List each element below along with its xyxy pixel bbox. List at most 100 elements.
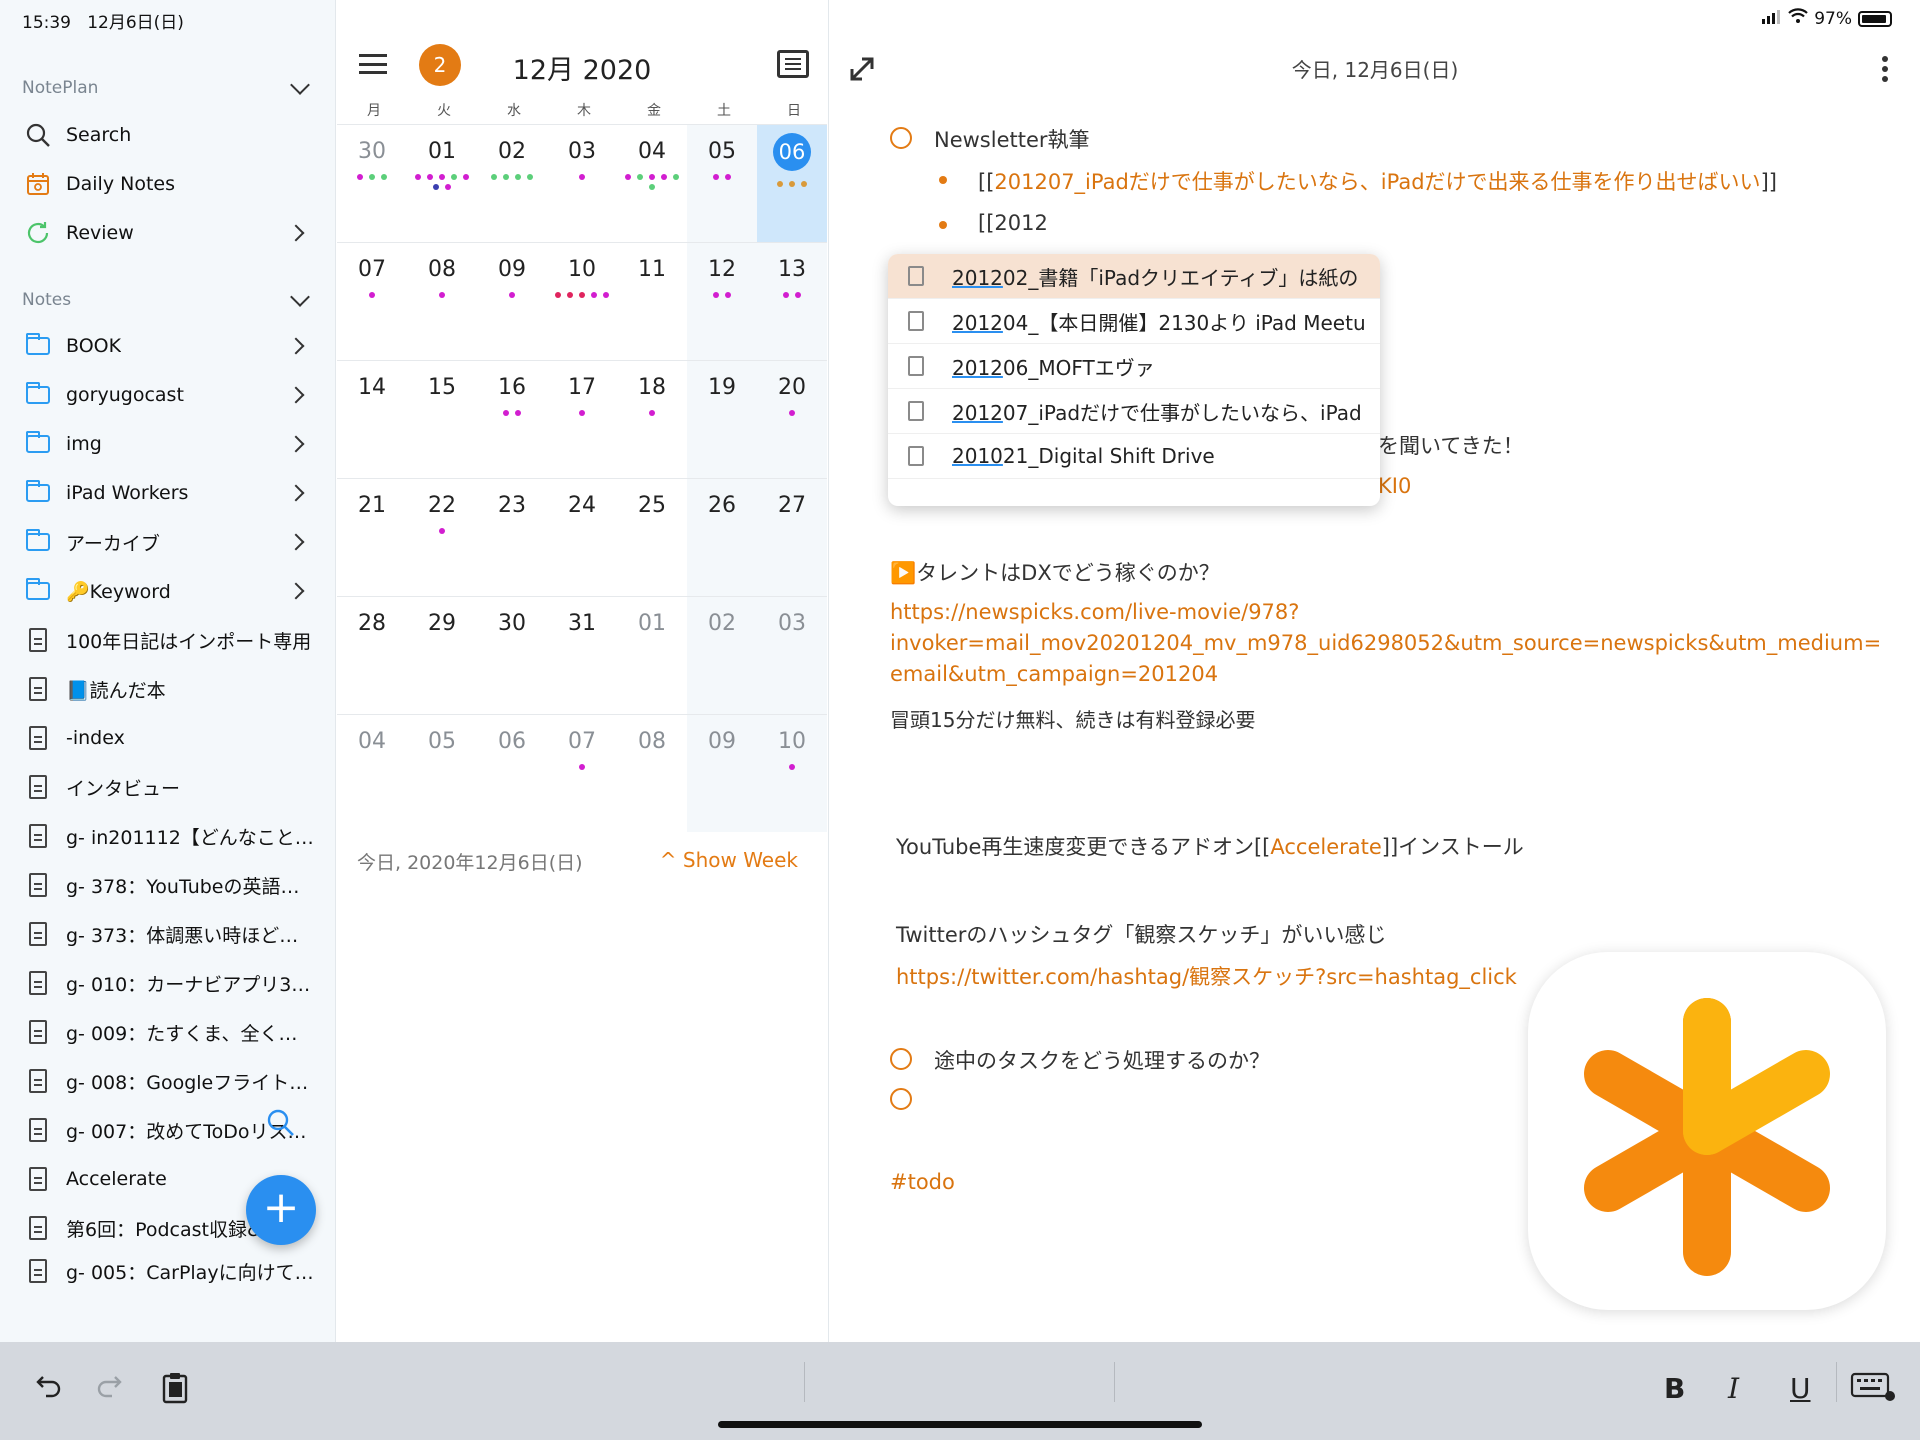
calendar-day[interactable]: 01 <box>617 596 687 714</box>
autocomplete-item[interactable]: 201204_【本日開催】2130より iPad Meetu <box>888 299 1380 344</box>
calendar-day[interactable]: 27 <box>757 478 827 596</box>
note-link[interactable]: 201207_iPadだけで仕事がしたいなら、iPadだけで出来る仕事を作り出せ… <box>994 170 1760 194</box>
note-item[interactable]: インタビュー <box>0 765 336 809</box>
calendar-day[interactable]: 08 <box>407 242 477 360</box>
url-link-line2[interactable]: invoker=mail_mov20201204_mv_m978_uid6298… <box>890 631 1881 655</box>
calendar-day[interactable]: 25 <box>617 478 687 596</box>
undo-icon[interactable] <box>32 1372 62 1410</box>
bold-button[interactable]: B <box>1664 1372 1685 1405</box>
calendar-day[interactable]: 01 <box>407 124 477 242</box>
note-item[interactable]: g- 378：YouTubeの英語… <box>0 863 336 907</box>
note-item[interactable]: g- 005：CarPlayに向けて… <box>0 1255 336 1287</box>
note-item[interactable]: -index <box>0 716 336 760</box>
menu-icon[interactable] <box>359 54 387 74</box>
note-item[interactable]: 100年日記はインポート専用 <box>0 618 336 662</box>
calendar-day[interactable]: 29 <box>407 596 477 714</box>
show-week-button[interactable]: ^ Show Week <box>660 848 798 872</box>
keyboard-dismiss-icon[interactable] <box>1850 1372 1896 1410</box>
folder-item[interactable]: img <box>0 422 336 466</box>
list-view-icon[interactable] <box>777 50 809 78</box>
chevron-down-icon[interactable] <box>290 75 310 95</box>
notification-badge[interactable]: 2 <box>419 44 461 86</box>
note-text[interactable]: 冒頭15分だけ無料、続きは有料登録必要 <box>890 704 1255 733</box>
calendar-day[interactable]: 07 <box>337 242 407 360</box>
calendar-day[interactable]: 30 <box>337 124 407 242</box>
editing-bullet-line[interactable]: [[2012 <box>978 211 1048 235</box>
calendar-day[interactable]: 18 <box>617 360 687 478</box>
task-checkbox[interactable] <box>890 127 912 149</box>
folder-item[interactable]: iPad Workers <box>0 471 336 515</box>
youtube-line[interactable]: YouTube再生速度変更できるアドオン[[Accelerate]]インストール <box>896 831 1524 861</box>
calendar-day[interactable]: 13 <box>757 242 827 360</box>
calendar-day[interactable]: 03 <box>757 596 827 714</box>
task-text[interactable]: Newsletter執筆 <box>934 124 1090 154</box>
calendar-day[interactable]: 09 <box>687 714 757 832</box>
folder-item[interactable]: 🔑Keyword <box>0 569 336 613</box>
note-item[interactable]: g- 008：Googleフライト… <box>0 1059 336 1103</box>
calendar-day[interactable]: 21 <box>337 478 407 596</box>
calendar-day[interactable]: 30 <box>477 596 547 714</box>
note-link[interactable]: Accelerate <box>1270 835 1381 859</box>
bullet-line[interactable]: [[201207_iPadだけで仕事がしたいなら、iPadだけで出来る仕事を作り… <box>978 166 1777 196</box>
calendar-day[interactable]: 28 <box>337 596 407 714</box>
sidebar-item-search[interactable]: Search <box>0 113 336 157</box>
folder-item[interactable]: goryugocast <box>0 373 336 417</box>
partial-text[interactable]: を聞いてきた！ <box>1378 430 1524 460</box>
add-note-button[interactable]: + <box>246 1175 316 1245</box>
calendar-day[interactable]: 15 <box>407 360 477 478</box>
twitter-line[interactable]: Twitterのハッシュタグ「観察スケッチ」がいい感じ <box>896 919 1386 949</box>
autocomplete-item[interactable]: 201207_iPadだけで仕事がしたいなら、iPad <box>888 389 1380 434</box>
calendar-day[interactable]: 04 <box>337 714 407 832</box>
calendar-day[interactable]: 03 <box>547 124 617 242</box>
hashtag[interactable]: #todo <box>890 1170 955 1194</box>
calendar-day-today[interactable]: 06 <box>757 124 827 242</box>
calendar-day[interactable]: 09 <box>477 242 547 360</box>
search-icon[interactable] <box>266 1108 296 1142</box>
url-link-line3[interactable]: email&utm_campaign=201204 <box>890 662 1218 686</box>
note-item[interactable]: g- 009：たすくま、全く使… <box>0 1010 336 1054</box>
task-checkbox[interactable] <box>890 1088 912 1110</box>
sidebar-item-review[interactable]: Review <box>0 211 336 255</box>
calendar-day[interactable]: 02 <box>477 124 547 242</box>
calendar-day[interactable]: 05 <box>407 714 477 832</box>
task-checkbox[interactable] <box>890 1048 912 1070</box>
chevron-down-icon[interactable] <box>290 287 310 307</box>
calendar-day[interactable]: 23 <box>477 478 547 596</box>
folder-item[interactable]: BOOK <box>0 324 336 368</box>
more-options-icon[interactable] <box>1882 56 1888 82</box>
paste-icon[interactable] <box>160 1372 190 1412</box>
calendar-day[interactable]: 05 <box>687 124 757 242</box>
calendar-day[interactable]: 11 <box>617 242 687 360</box>
calendar-day[interactable]: 02 <box>687 596 757 714</box>
calendar-day[interactable]: 10 <box>757 714 827 832</box>
note-item[interactable]: g- 010：カーナビアプリ3… <box>0 961 336 1005</box>
sidebar-item-daily-notes[interactable]: Daily Notes <box>0 162 336 206</box>
note-item[interactable]: g- in201112【どんなこと… <box>0 814 336 858</box>
calendar-day[interactable]: 26 <box>687 478 757 596</box>
calendar-day[interactable]: 22 <box>407 478 477 596</box>
redo-icon[interactable] <box>96 1372 126 1410</box>
calendar-day[interactable]: 24 <box>547 478 617 596</box>
italic-button[interactable]: I <box>1728 1372 1739 1405</box>
calendar-day[interactable]: 17 <box>547 360 617 478</box>
twitter-url-link[interactable]: https://twitter.com/hashtag/観察スケッチ?src=h… <box>896 961 1517 991</box>
calendar-day[interactable]: 06 <box>477 714 547 832</box>
autocomplete-item[interactable]: 201021_Digital Shift Drive <box>888 434 1380 479</box>
calendar-day[interactable]: 10 <box>547 242 617 360</box>
video-heading[interactable]: ▶️タレントはDXでどう稼ぐのか？ <box>890 557 1220 587</box>
autocomplete-item[interactable]: 201206_MOFTエヴァ <box>888 344 1380 389</box>
task-text[interactable]: 途中のタスクをどう処理するのか？ <box>934 1045 1270 1075</box>
underline-button[interactable]: U <box>1790 1372 1811 1405</box>
calendar-day[interactable]: 16 <box>477 360 547 478</box>
calendar-day[interactable]: 07 <box>547 714 617 832</box>
calendar-day[interactable]: 31 <box>547 596 617 714</box>
partial-link[interactable]: KI0 <box>1378 474 1411 498</box>
calendar-day[interactable]: 08 <box>617 714 687 832</box>
calendar-day[interactable]: 14 <box>337 360 407 478</box>
calendar-day[interactable]: 19 <box>687 360 757 478</box>
folder-item[interactable]: アーカイブ <box>0 520 336 564</box>
note-item[interactable]: 📘読んだ本 <box>0 667 336 711</box>
calendar-day[interactable]: 04 <box>617 124 687 242</box>
url-link-line1[interactable]: https://newspicks.com/live-movie/978? <box>890 600 1299 624</box>
autocomplete-item[interactable]: 201202_書籍「iPadクリエイティブ」は紙の <box>888 254 1380 299</box>
